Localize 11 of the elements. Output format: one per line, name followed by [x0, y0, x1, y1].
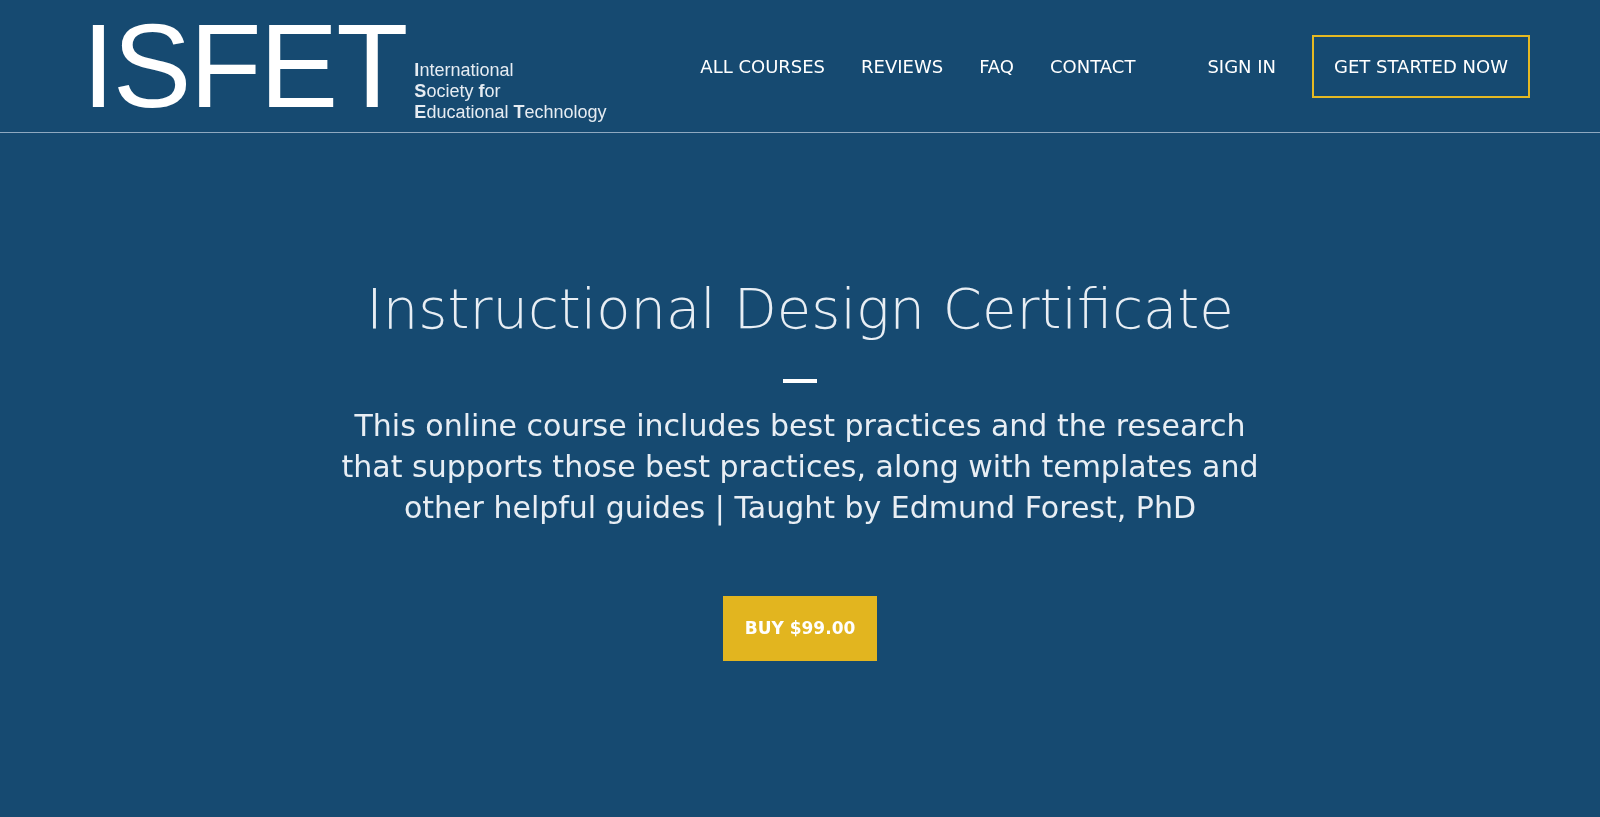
nav-link[interactable]: CONTACT — [1050, 52, 1136, 80]
get-started-button[interactable]: GET STARTED NOW — [1312, 34, 1530, 98]
nav-link[interactable]: ALL COURSES — [700, 52, 826, 80]
logo-mark: ISFET — [82, 7, 407, 125]
logo-tagline: International — [414, 60, 515, 81]
nav-link[interactable]: FAQ — [979, 52, 1015, 80]
sign-in-link[interactable]: SIGN IN — [1207, 52, 1277, 80]
hero-description: This online course includes best practices and the research that supports those best practices, along with templates and other helpful guides | Taught by Edmund Forest, PhD — [340, 407, 1260, 528]
logo-tagline: Society for — [414, 81, 502, 102]
nav-link[interactable]: REVIEWS — [861, 52, 944, 80]
logo-tagline: Educational Technology — [414, 102, 607, 123]
